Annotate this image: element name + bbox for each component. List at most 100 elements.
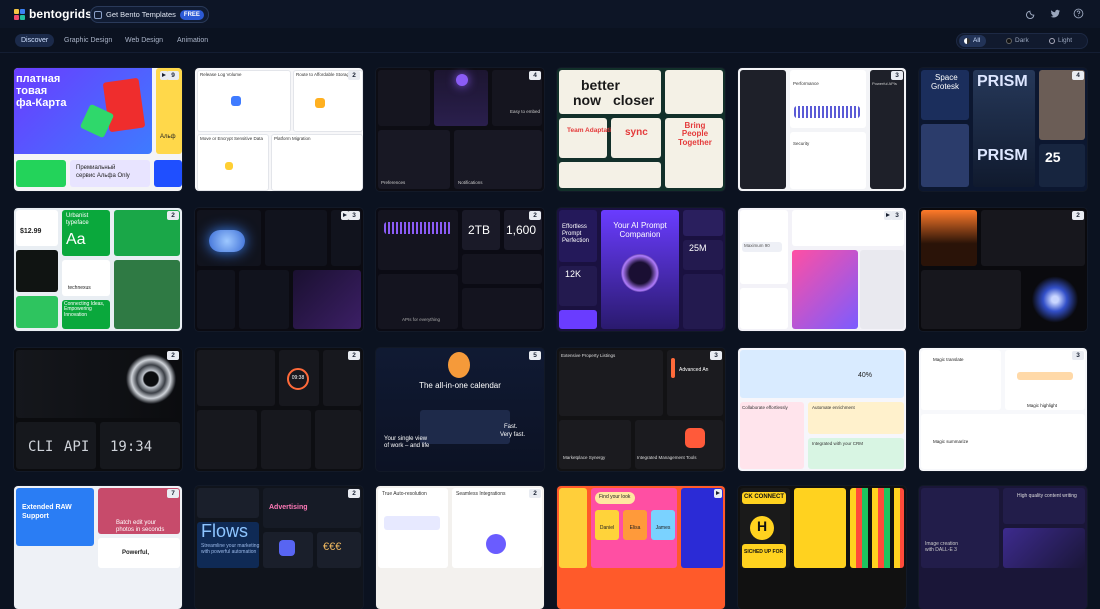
headline-word: closer xyxy=(613,92,655,108)
feature-tile xyxy=(740,288,788,329)
bars-tile xyxy=(378,210,458,270)
logo[interactable]: bentogrids xyxy=(14,7,92,21)
help-icon[interactable] xyxy=(1073,8,1084,19)
bento-card-dark-app[interactable]: 09:38 2 xyxy=(195,348,363,471)
apps-tile xyxy=(462,254,542,284)
illustration-tile xyxy=(559,118,607,158)
card-side-text: Альф xyxy=(160,134,176,140)
portrait-image xyxy=(1039,70,1085,140)
bento-card-ai-prompt[interactable]: Effortless Prompt Perfection Your AI Pro… xyxy=(557,208,725,331)
image-count-badge: 2 xyxy=(348,489,360,498)
tile-heading: Very fast. xyxy=(500,432,526,438)
sticker-text: SICHED UP FOR xyxy=(744,549,784,555)
bento-card-technexus[interactable]: $12.99 Urbanist typeface Aa technexus Co… xyxy=(14,208,182,331)
tile-heading: Support xyxy=(22,513,49,520)
flow-tile xyxy=(197,134,269,191)
moon-icon[interactable] xyxy=(1026,8,1037,19)
accent-bar xyxy=(671,358,675,378)
tile-title: Security xyxy=(793,141,810,146)
tile-heading: Prompt xyxy=(562,231,582,237)
image-count-badge: 2 xyxy=(529,489,541,498)
tile-title: Advanced An xyxy=(679,367,709,373)
image-count-badge: 2 xyxy=(529,211,541,220)
dark-tile xyxy=(239,270,289,329)
bento-card-storage-stats[interactable]: 2TB 1,600 APIs for everything 2 xyxy=(376,208,544,331)
price-text: $12.99 xyxy=(20,228,42,235)
get-templates-button[interactable]: Get Bento Templates FREE xyxy=(90,6,209,23)
card-caption: Премиальный xyxy=(76,165,116,171)
sticker-text: CK CONNECT xyxy=(744,494,784,500)
dark-tile xyxy=(315,410,361,469)
bento-card-cli[interactable]: CLI API 19:34 2 xyxy=(14,348,182,471)
tab-discover[interactable]: Discover xyxy=(15,34,55,47)
avatar-name: James xyxy=(655,525,671,531)
tile-heading: Extended RAW xyxy=(22,504,72,511)
stat-value: 1,600 xyxy=(506,223,537,237)
image-count-badge: 3 xyxy=(891,211,903,220)
bento-card-illustrated[interactable]: better now closer Team Adaptation sync B… xyxy=(557,68,725,191)
green-tile xyxy=(16,296,58,328)
tab-animation[interactable]: Animation xyxy=(171,34,214,47)
tile-title: Automate enrichment xyxy=(812,405,855,410)
bento-card-crm[interactable]: 40% Collaborate effortlessly Automate en… xyxy=(738,348,906,471)
phone-mockup xyxy=(740,70,786,189)
display-text: API xyxy=(64,439,90,455)
bento-card-avatars[interactable]: Find your look Daniel Elisa James xyxy=(557,486,725,609)
bento-card-api-features[interactable]: Performance Powerful APIs Security 3 xyxy=(738,68,906,191)
bar-graphic xyxy=(794,106,860,118)
bento-card-dark-screens[interactable]: 2 xyxy=(919,208,1087,331)
video-grid-image xyxy=(860,250,904,329)
dark-tile xyxy=(462,288,542,329)
illustration-tile xyxy=(665,70,723,114)
tile-caption: APIs for everything xyxy=(402,317,441,322)
half-circle-icon xyxy=(964,38,970,44)
bento-card-stickers[interactable]: CK CONNECT H SICHED UP FOR xyxy=(738,486,906,609)
tile-title: Notifications xyxy=(458,180,483,185)
feature-tile xyxy=(452,488,542,568)
side-panel xyxy=(156,68,182,154)
bento-card-cloud[interactable]: 3 xyxy=(195,208,363,331)
tile-heading: Effortless xyxy=(562,224,587,230)
orb-graphic xyxy=(621,254,659,292)
bento-card-storage-flow[interactable]: Release Log Volume Route to Affordable S… xyxy=(195,68,363,191)
icon-tile xyxy=(683,210,723,236)
bento-card-alfa-card[interactable]: платная товая фа-Карта Альф Премиальный … xyxy=(14,68,182,191)
hero-title: Companion xyxy=(619,230,661,239)
image-tile xyxy=(921,124,969,187)
tile-heading: of work – and life xyxy=(384,443,430,449)
bento-card-flows[interactable]: Advertising Flows Streamline your market… xyxy=(195,486,363,609)
free-badge: FREE xyxy=(179,9,204,20)
image-count-badge: 9 xyxy=(167,71,179,80)
image-count-badge: 3 xyxy=(348,211,360,220)
flows-caption: with powerful automation xyxy=(201,549,257,555)
theme-dark-option[interactable]: Dark xyxy=(1001,35,1035,47)
theme-all-option[interactable]: All xyxy=(959,35,987,47)
bento-card-integrations[interactable]: True Auto-resolution Seamless Integratio… xyxy=(376,486,544,609)
stat-value: 40% xyxy=(858,372,873,379)
stripe-tile xyxy=(850,488,904,568)
tab-graphic-design[interactable]: Graphic Design xyxy=(58,34,118,47)
illustration-tile xyxy=(559,162,661,188)
theme-light-option[interactable]: Light xyxy=(1044,35,1078,47)
bento-card-photo-editing[interactable]: Extended RAW Support Batch edit your pho… xyxy=(14,486,182,609)
bento-card-ai-writing[interactable]: High quality content writing Image creat… xyxy=(919,486,1087,609)
tile-label: sync xyxy=(625,127,648,138)
twitter-icon[interactable] xyxy=(1050,8,1061,19)
bento-card-video-call[interactable]: Maximum 90 3 xyxy=(738,208,906,331)
bento-card-dark-dashboard[interactable]: Preferences Notifications Easy to embed … xyxy=(376,68,544,191)
tile-title: Integrated Management Tools xyxy=(637,455,697,460)
bento-card-calendar[interactable]: The all-in-one calendar Your single view… xyxy=(376,348,544,471)
play-icon xyxy=(714,489,722,498)
brand-name: technexus xyxy=(68,285,91,291)
currency-text: €€€ xyxy=(323,541,342,553)
feature-tile xyxy=(790,70,866,128)
tab-web-design[interactable]: Web Design xyxy=(119,34,169,47)
tile-title: Powerful APIs xyxy=(872,81,897,86)
bento-card-typography[interactable]: Space Grotesk PRISM PRISM 25 4 xyxy=(919,68,1087,191)
type-sample: Aa xyxy=(66,231,86,248)
gradient-tile xyxy=(792,250,858,329)
bento-card-magic-tools[interactable]: Magic translate Magic highlight Magic su… xyxy=(919,348,1087,471)
card-caption: сервис Альфа Only xyxy=(76,173,130,179)
bento-card-property[interactable]: Extensive Property Listings Advanced An … xyxy=(557,348,725,471)
tile-heading: Advertising xyxy=(269,504,308,511)
